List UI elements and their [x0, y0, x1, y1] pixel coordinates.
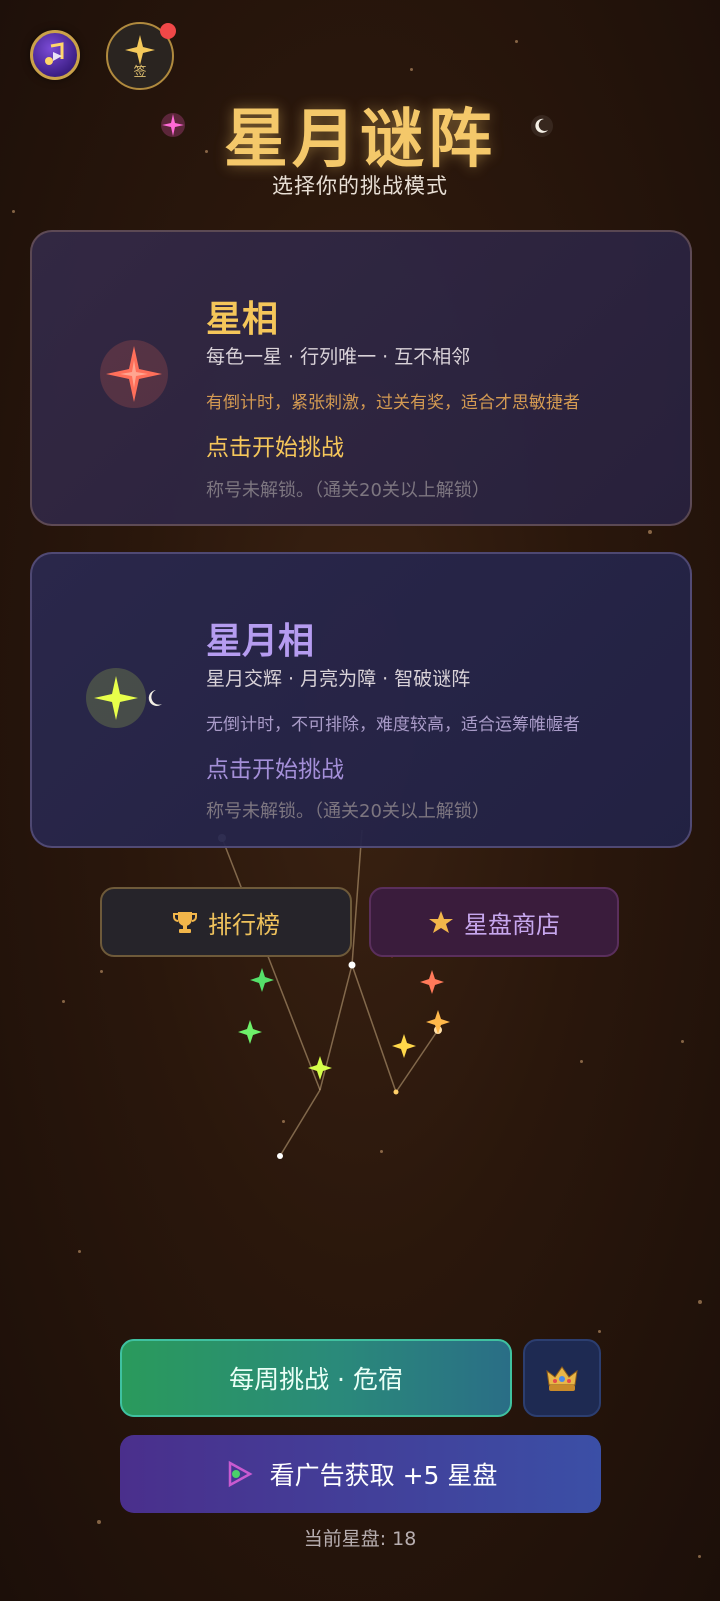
play-icon: [228, 1460, 253, 1488]
mode-title: 星相: [206, 299, 279, 340]
red-star-icon: [100, 340, 168, 408]
mode-title: 星月相: [206, 621, 315, 662]
star-shop-button[interactable]: 星盘商店: [369, 887, 619, 957]
dust-particle: [12, 210, 15, 213]
constellation-decoration: [218, 829, 450, 1159]
watch-ad-label: 看广告获取 +5 星盘: [269, 1461, 498, 1490]
weekly-challenge-button[interactable]: 每周挑战 · 危宿: [120, 1339, 512, 1417]
star-icon: [429, 911, 453, 933]
screen: { "app": { "title": "星月谜阵", "subtitle": …: [0, 0, 720, 1601]
crown-button[interactable]: [523, 1339, 601, 1417]
leaderboard-label: 排行榜: [208, 910, 280, 939]
mode-note: 有倒计时，紧张刺激，过关有奖，适合才思敏捷者: [206, 393, 580, 413]
trophy-icon: [173, 912, 197, 933]
notification-dot: [160, 23, 176, 39]
mode-note: 无倒计时，不可排除，难度较高，适合运筹帷幄者: [206, 715, 580, 735]
page-title: 星月谜阵: [224, 103, 496, 177]
mode-rules: 星月交辉 · 月亮为障 · 智破谜阵: [206, 668, 471, 690]
start-challenge-link[interactable]: 点击开始挑战: [206, 428, 344, 462]
music-button[interactable]: [30, 30, 80, 80]
crown-icon: [546, 1366, 578, 1391]
dust-particle: [698, 1300, 702, 1304]
dust-particle: [648, 530, 652, 534]
title-lock-status: 称号未解锁。（通关20关以上解锁）: [206, 480, 490, 501]
dust-particle: [598, 1330, 601, 1333]
star-shop-label: 星盘商店: [464, 910, 560, 939]
weekly-challenge-label: 每周挑战 · 危宿: [229, 1365, 403, 1394]
moon-icon: [531, 115, 553, 137]
title-lock-status: 称号未解锁。（通关20关以上解锁）: [206, 801, 490, 822]
dust-particle: [410, 68, 413, 71]
star-moon-icon: [86, 668, 162, 728]
leaderboard-button[interactable]: 排行榜: [100, 887, 352, 957]
star-plate-balance: 当前星盘: 18: [303, 1528, 417, 1550]
music-note-icon: [45, 42, 64, 65]
sign-label: 签: [133, 64, 147, 80]
watch-ad-button[interactable]: 看广告获取 +5 星盘: [120, 1435, 601, 1513]
dust-particle: [78, 1250, 81, 1253]
dust-particle: [515, 40, 518, 43]
dust-particle: [698, 1555, 701, 1558]
start-challenge-link[interactable]: 点击开始挑战: [206, 750, 344, 784]
mode-rules: 每色一星 · 行列唯一 · 互不相邻: [206, 346, 471, 368]
page-subtitle: 选择你的挑战模式: [272, 174, 448, 198]
